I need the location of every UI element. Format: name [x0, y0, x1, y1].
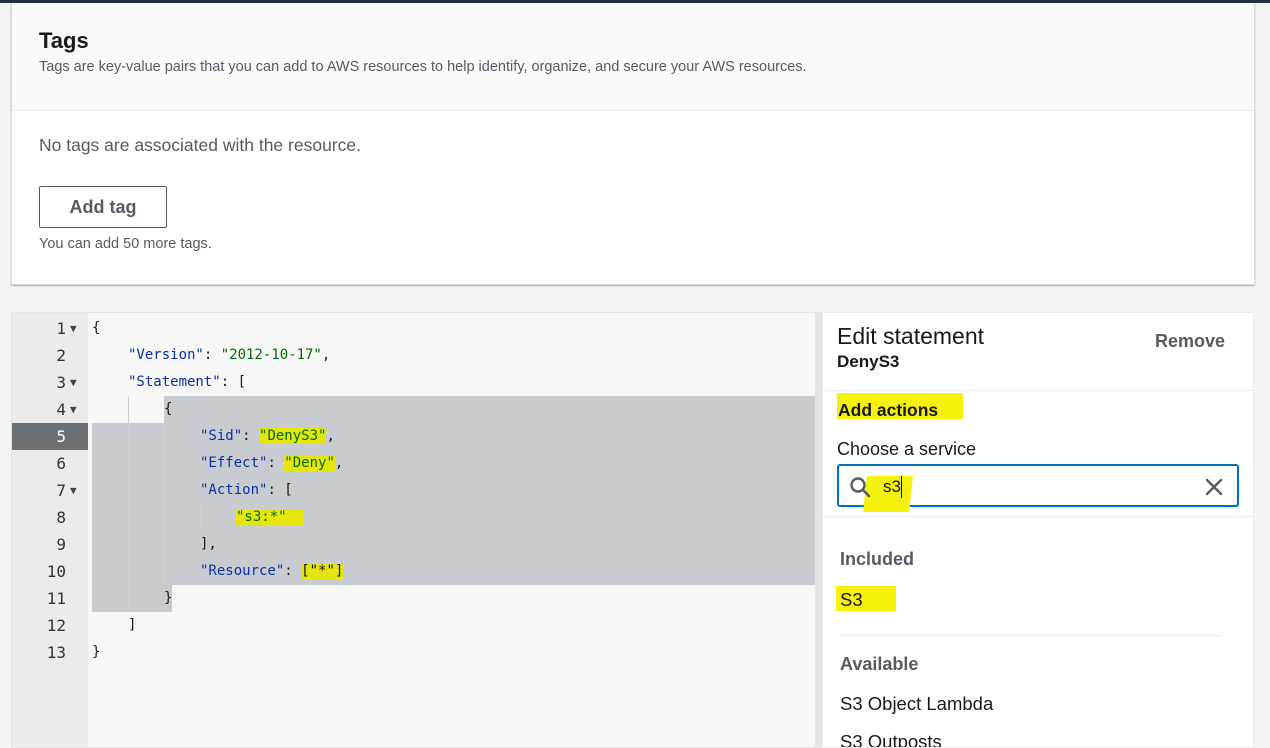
line-number: 8 [56, 508, 66, 527]
available-group-label: Available [840, 654, 919, 674]
tags-title: Tags [39, 28, 89, 53]
line-number-active: 5 [12, 423, 88, 450]
line-number: 6 [56, 454, 66, 473]
line-number: 2 [56, 346, 66, 365]
service-option-s3[interactable]: S3 [836, 586, 896, 611]
fold-arrow-icon[interactable]: ▼ [70, 477, 77, 504]
code-area[interactable]: { "Version": "2012-10-17", "Statement": … [88, 313, 815, 747]
statement-name: DenyS3 [837, 352, 900, 371]
line-number: 7 ▼ [12, 477, 88, 504]
divider [823, 516, 1253, 517]
line-number: 12 [46, 616, 66, 635]
service-option-s3-object-lambda[interactable]: S3 Object Lambda [840, 693, 993, 715]
line-number: 3 ▼ [12, 369, 88, 396]
code-line: { [164, 401, 173, 417]
line-number: 4 ▼ [12, 396, 88, 423]
code-line: "s3:*" [88, 504, 815, 531]
service-option-s3-outposts[interactable]: S3 Outposts [840, 731, 942, 747]
line-number: 10 [46, 562, 66, 581]
no-tags-message: No tags are associated with the resource… [39, 135, 361, 155]
code-line: } [92, 644, 101, 660]
clear-search-icon[interactable] [1203, 476, 1225, 498]
code-line: "Statement": [ [128, 374, 247, 390]
tags-description: Tags are key-value pairs that you can ad… [39, 59, 807, 75]
code-line: ] [128, 617, 137, 633]
code-line: "Resource": ["*"] [200, 563, 344, 579]
code-line: } [164, 590, 173, 606]
code-line: "Sid": "DenyS3", [200, 428, 335, 444]
text-caret [901, 476, 902, 498]
code-line: "Effect": "Deny", [200, 455, 344, 471]
edit-statement-panel: Edit statement DenyS3 Remove Add actions… [822, 312, 1254, 748]
search-value: s3 [883, 477, 901, 496]
fold-arrow-icon[interactable]: ▼ [70, 396, 77, 423]
choose-service-label: Choose a service [837, 439, 977, 459]
add-actions-heading: Add actions [837, 393, 963, 420]
tags-hint: You can add 50 more tags. [39, 236, 212, 252]
tags-panel: Tags Tags are key-value pairs that you c… [11, 3, 1255, 285]
edit-statement-header: Edit statement DenyS3 Remove [823, 313, 1253, 391]
divider [840, 635, 1222, 636]
code-line: "Action": [ [200, 482, 293, 498]
code-line: { [92, 320, 101, 336]
search-icon [850, 477, 871, 498]
fold-arrow-icon[interactable]: ▼ [70, 369, 77, 396]
code-line: ], [200, 536, 217, 552]
code-line: "Version": "2012-10-17", [128, 347, 331, 363]
line-number: 1 ▼ [12, 315, 88, 342]
tags-header: Tags Tags are key-value pairs that you c… [12, 3, 1254, 111]
fold-arrow-icon[interactable]: ▼ [70, 315, 77, 342]
line-number: 9 [56, 535, 66, 554]
json-policy-editor[interactable]: 1 ▼ 2 3 ▼ 4 ▼ 5 6 7 ▼ 8 9 10 11 12 13 { "Ver… [11, 312, 816, 748]
line-number: 11 [46, 589, 66, 608]
service-search-input[interactable]: s3 [837, 464, 1239, 512]
included-group-label: Included [840, 549, 915, 569]
editor-gutter: 1 ▼ 2 3 ▼ 4 ▼ 5 6 7 ▼ 8 9 10 11 12 13 [12, 313, 88, 747]
remove-statement-button[interactable]: Remove [1155, 331, 1225, 352]
add-tag-button[interactable]: Add tag [39, 186, 167, 228]
line-number: 13 [46, 643, 66, 662]
tags-body: No tags are associated with the resource… [12, 111, 1254, 252]
